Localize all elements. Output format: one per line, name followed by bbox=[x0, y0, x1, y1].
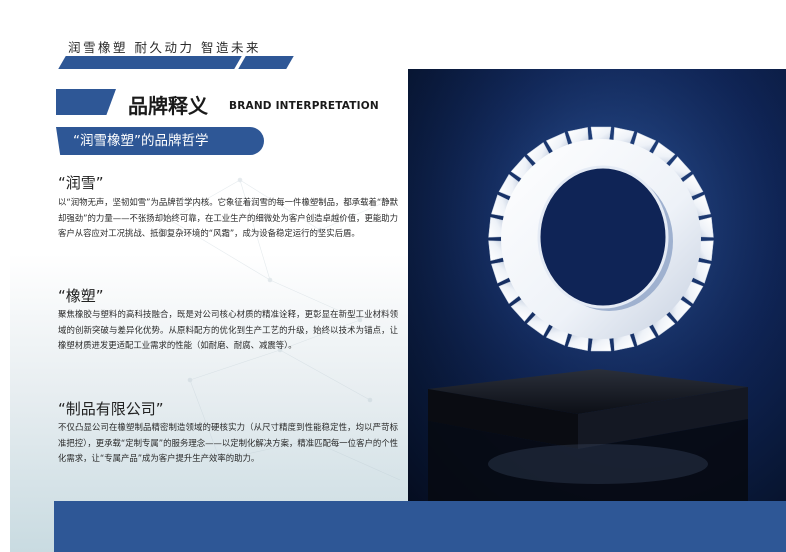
paragraph-company: 不仅凸显公司在橡塑制品精密制造领域的硬核实力（从尺寸精度到性能稳定性，均以严苛标… bbox=[58, 422, 398, 463]
bottom-bar bbox=[54, 501, 786, 552]
product-photo bbox=[408, 69, 786, 501]
heading-xiangsu: “橡塑” bbox=[58, 287, 104, 305]
heading-company: “制品有限公司” bbox=[58, 400, 164, 418]
heading-runxue: “润雪” bbox=[58, 174, 104, 192]
section-title: 品牌释义 bbox=[128, 94, 208, 118]
section-title-english: BRAND INTERPRETATION bbox=[229, 100, 379, 112]
title-accent-block bbox=[56, 89, 116, 115]
subtitle-pill: “润雪橡塑”的品牌哲学 bbox=[56, 127, 264, 155]
paragraph-runxue: 以“润物无声，坚韧如雪”为品牌哲学内核。它象征着润雪的每一件橡塑制品，都承载着“… bbox=[58, 197, 398, 238]
paragraph-xiangsu: 聚焦橡胶与塑料的高科技融合，既是对公司核心材质的精准诠释，更彰显在新型工业材料领… bbox=[58, 309, 398, 350]
brochure-page: 润雪橡塑 耐久动力 智造未来 品牌释义 BRAND INTERPRETATION… bbox=[10, 10, 786, 552]
header-stripe-short bbox=[238, 56, 294, 69]
header-stripe bbox=[58, 56, 242, 69]
gear-illustration bbox=[408, 69, 786, 501]
tagline: 润雪橡塑 耐久动力 智造未来 bbox=[68, 40, 261, 55]
